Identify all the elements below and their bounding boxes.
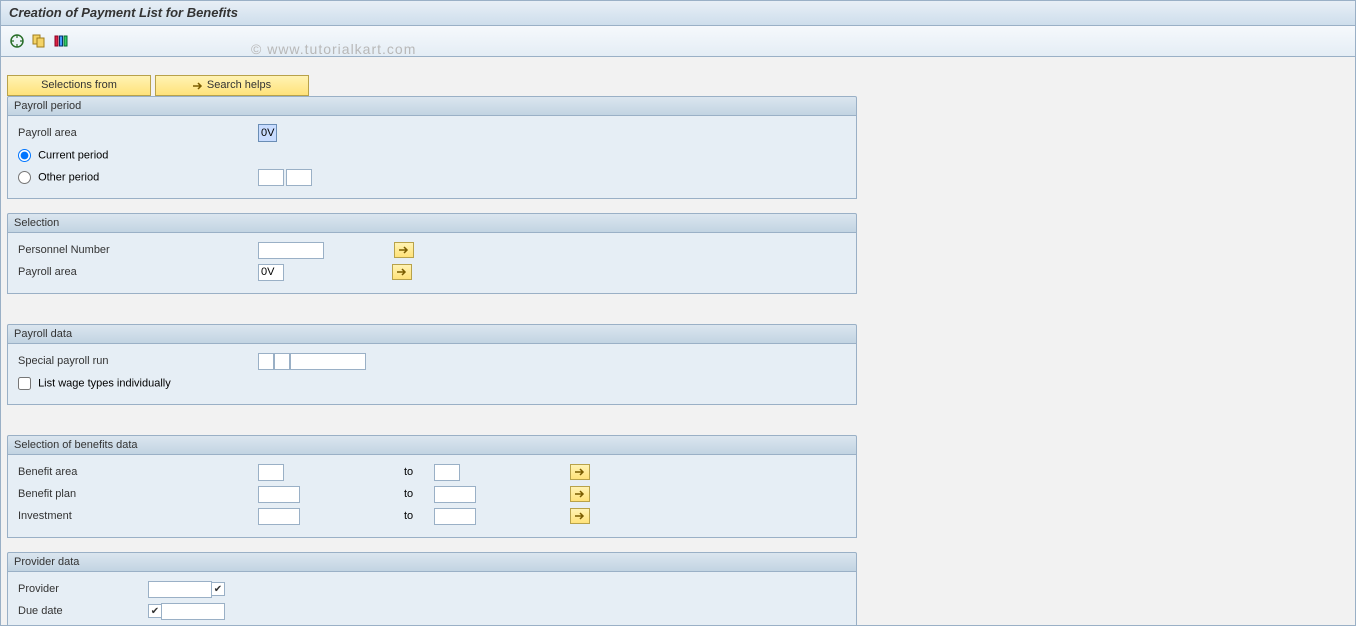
payroll-area-multi-icon[interactable]	[392, 264, 412, 280]
list-wage-types-check[interactable]: List wage types individually	[18, 377, 171, 390]
group-payroll-data: Payroll data Special payroll run List wa…	[7, 324, 857, 405]
execute-icon[interactable]	[9, 33, 25, 49]
to-label-1: to	[404, 466, 434, 478]
investment-multi-icon[interactable]	[570, 508, 590, 524]
benefit-area-multi-icon[interactable]	[570, 464, 590, 480]
due-date-label: Due date	[18, 605, 148, 617]
benefit-plan-multi-icon[interactable]	[570, 486, 590, 502]
benefit-plan-to-field[interactable]	[434, 486, 476, 503]
group-provider: Provider data Provider Due date	[7, 552, 857, 625]
due-date-field[interactable]	[161, 603, 225, 620]
app-window: Creation of Payment List for Benefits © …	[0, 0, 1356, 626]
opt-current-period-label: Current period	[38, 149, 108, 161]
list-wage-types-checkbox[interactable]	[18, 377, 31, 390]
group-body-payroll-data: Special payroll run List wage types indi…	[7, 344, 857, 405]
content-area: Selections from Search helps Payroll per…	[1, 55, 1355, 625]
investment-from-field[interactable]	[258, 508, 300, 525]
benefit-area-label: Benefit area	[18, 466, 238, 478]
opt-other-period-label: Other period	[38, 171, 99, 183]
group-header-payroll-period: Payroll period	[7, 96, 857, 116]
benefit-plan-label: Benefit plan	[18, 488, 238, 500]
special-run-field-3[interactable]	[290, 353, 366, 370]
group-header-provider: Provider data	[7, 552, 857, 572]
search-helps-label: Search helps	[207, 77, 271, 94]
group-benefits: Selection of benefits data Benefit area …	[7, 435, 857, 538]
payroll-area-label: Payroll area	[18, 127, 238, 139]
payroll-area-value[interactable]: 0V	[258, 124, 277, 142]
personnel-number-multi-icon[interactable]	[394, 242, 414, 258]
payroll-area-sel-label: Payroll area	[18, 266, 238, 278]
payroll-area-sel-field[interactable]	[258, 264, 284, 281]
opt-other-period[interactable]: Other period	[18, 171, 238, 184]
provider-label: Provider	[18, 583, 148, 595]
group-header-selection: Selection	[7, 213, 857, 233]
layout-icon[interactable]	[53, 33, 69, 49]
benefit-plan-from-field[interactable]	[258, 486, 300, 503]
provider-match-indicator-icon[interactable]	[211, 582, 225, 596]
list-wage-types-label: List wage types individually	[38, 377, 171, 389]
group-payroll-period: Payroll period Payroll area 0V Current p…	[7, 96, 857, 199]
variant-icon[interactable]	[31, 33, 47, 49]
other-period-field-2[interactable]	[286, 169, 312, 186]
special-run-label: Special payroll run	[18, 355, 238, 367]
selections-from-label: Selections from	[41, 77, 117, 94]
group-body-payroll-period: Payroll area 0V Current period Other per…	[7, 116, 857, 199]
personnel-number-field[interactable]	[258, 242, 324, 259]
title-bar: Creation of Payment List for Benefits	[1, 1, 1355, 26]
benefit-area-to-field[interactable]	[434, 464, 460, 481]
opt-current-period[interactable]: Current period	[18, 149, 108, 162]
search-helps-button[interactable]: Search helps	[155, 75, 309, 96]
action-buttons-row: Selections from Search helps	[7, 75, 1351, 96]
page-title: Creation of Payment List for Benefits	[9, 5, 238, 20]
special-run-field-1[interactable]	[258, 353, 274, 370]
group-body-selection: Personnel Number Payroll area	[7, 233, 857, 294]
to-label-2: to	[404, 488, 434, 500]
group-header-payroll-data: Payroll data	[7, 324, 857, 344]
other-period-field-1[interactable]	[258, 169, 284, 186]
benefit-area-from-field[interactable]	[258, 464, 284, 481]
investment-to-field[interactable]	[434, 508, 476, 525]
special-run-field-2[interactable]	[274, 353, 290, 370]
provider-field[interactable]	[148, 581, 212, 598]
group-header-benefits: Selection of benefits data	[7, 435, 857, 455]
opt-current-period-radio[interactable]	[18, 149, 31, 162]
investment-label: Investment	[18, 510, 238, 522]
due-date-match-indicator-icon[interactable]	[148, 604, 162, 618]
to-label-3: to	[404, 510, 434, 522]
selections-from-button[interactable]: Selections from	[7, 75, 151, 96]
group-body-provider: Provider Due date	[7, 572, 857, 625]
group-selection: Selection Personnel Number Payroll area	[7, 213, 857, 294]
group-body-benefits: Benefit area to Benefit plan to	[7, 455, 857, 538]
opt-other-period-radio[interactable]	[18, 171, 31, 184]
personnel-number-label: Personnel Number	[18, 244, 238, 256]
app-toolbar	[1, 26, 1355, 57]
